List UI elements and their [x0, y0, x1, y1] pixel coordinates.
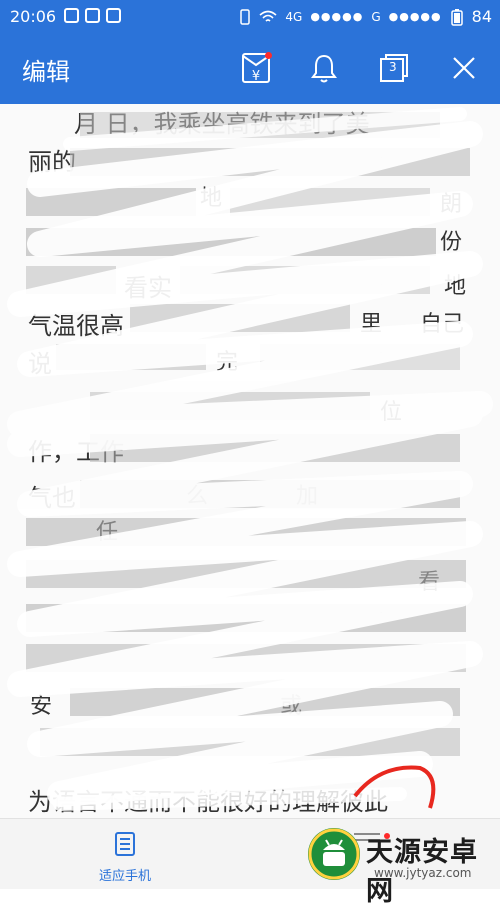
page-title: 编辑	[22, 58, 70, 86]
status-right: 4G ●●●●● G ●●●●● 84	[239, 7, 492, 26]
svg-text:¥: ¥	[252, 69, 260, 84]
notification-icons	[64, 8, 121, 23]
signal-strength-2-icon: ●●●●●	[388, 10, 442, 23]
fit-phone-label: 适应手机	[98, 869, 151, 884]
watermark-url: www.jytyaz.com	[374, 866, 472, 880]
reward-button[interactable]: ¥	[236, 48, 276, 88]
wifi-icon	[259, 10, 277, 22]
scribble-overlay	[7, 107, 493, 811]
reward-badge	[265, 52, 272, 59]
network-4g-label: 4G	[285, 9, 303, 24]
close-icon	[453, 57, 475, 79]
status-bar: 20:06 4G ●●●●● G ●●●●● 84	[0, 0, 500, 34]
notifications-button[interactable]	[304, 48, 344, 88]
status-time: 20:06	[10, 7, 57, 26]
document-icon	[115, 832, 135, 856]
fit-phone-button[interactable]: 适应手机	[90, 831, 160, 884]
document-view[interactable]: 月 日，我乘坐高铁来到了美 丽的 看实 气温很高 说 作，工作 气也 为语言不通…	[0, 104, 500, 818]
tab-count: 3	[389, 60, 397, 74]
app-bar: 编辑 ¥ 3	[0, 34, 500, 104]
site-watermark: 天源安卓网 www.jytyaz.com	[308, 826, 500, 907]
vibrate-icon	[240, 8, 251, 25]
chat-icon	[85, 8, 100, 23]
battery-icon	[450, 8, 463, 26]
signal-strength-1-icon: ●●●●●	[310, 10, 364, 23]
tabs-button[interactable]: 3	[374, 48, 414, 88]
message-icon	[64, 8, 79, 23]
android-logo-icon	[308, 828, 360, 880]
battery-level: 84	[471, 7, 492, 26]
bell-icon	[311, 54, 337, 83]
close-button[interactable]	[444, 48, 484, 88]
network-g-label: G	[371, 9, 381, 24]
image-icon	[106, 8, 121, 23]
